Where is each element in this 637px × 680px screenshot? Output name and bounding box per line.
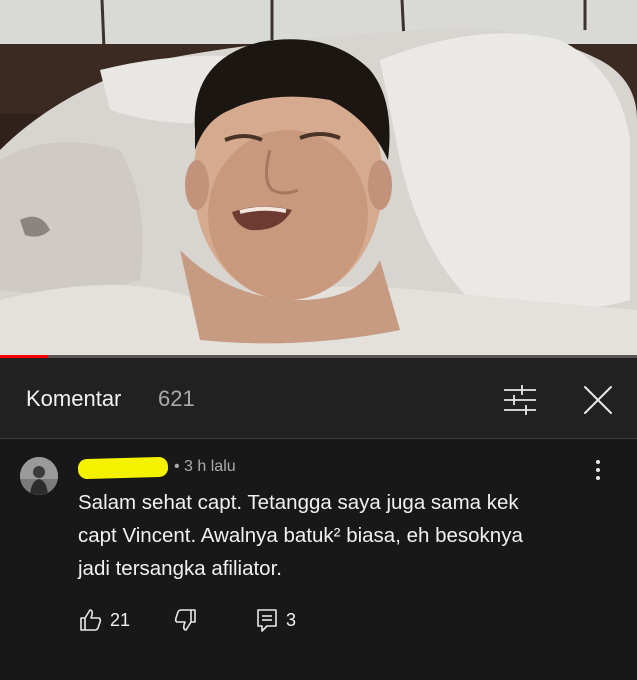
comments-count: 621 (158, 386, 195, 411)
like-button[interactable]: 21 (78, 607, 138, 633)
comment-text: Salam sehat capt. Tetangga saya juga sam… (78, 491, 523, 580)
video-player[interactable] (0, 0, 637, 358)
sort-filter-icon (504, 385, 536, 415)
avatar[interactable] (20, 457, 58, 495)
reply-icon (257, 609, 277, 632)
video-frame (0, 0, 637, 358)
thumbs-down-icon (174, 609, 196, 631)
like-count: 21 (110, 610, 131, 630)
thumbs-up-icon (80, 609, 102, 631)
more-options-button[interactable] (588, 457, 608, 483)
comments-header: Komentar 621 (0, 358, 637, 439)
avatar-image (20, 457, 58, 495)
dislike-button[interactable] (172, 607, 202, 633)
comments-title: Komentar (26, 386, 122, 411)
sort-button[interactable] (500, 380, 540, 420)
more-vertical-icon (596, 460, 600, 480)
username-redacted[interactable] (77, 456, 169, 480)
close-icon (584, 386, 612, 414)
reply-count: 3 (286, 610, 297, 630)
comment-item: • 3 h lalu Salam sehat capt. Tetangga sa… (0, 439, 637, 680)
reply-button[interactable]: 3 (254, 607, 304, 633)
comment-time: • 3 h lalu (174, 458, 236, 475)
close-button[interactable] (578, 380, 618, 420)
